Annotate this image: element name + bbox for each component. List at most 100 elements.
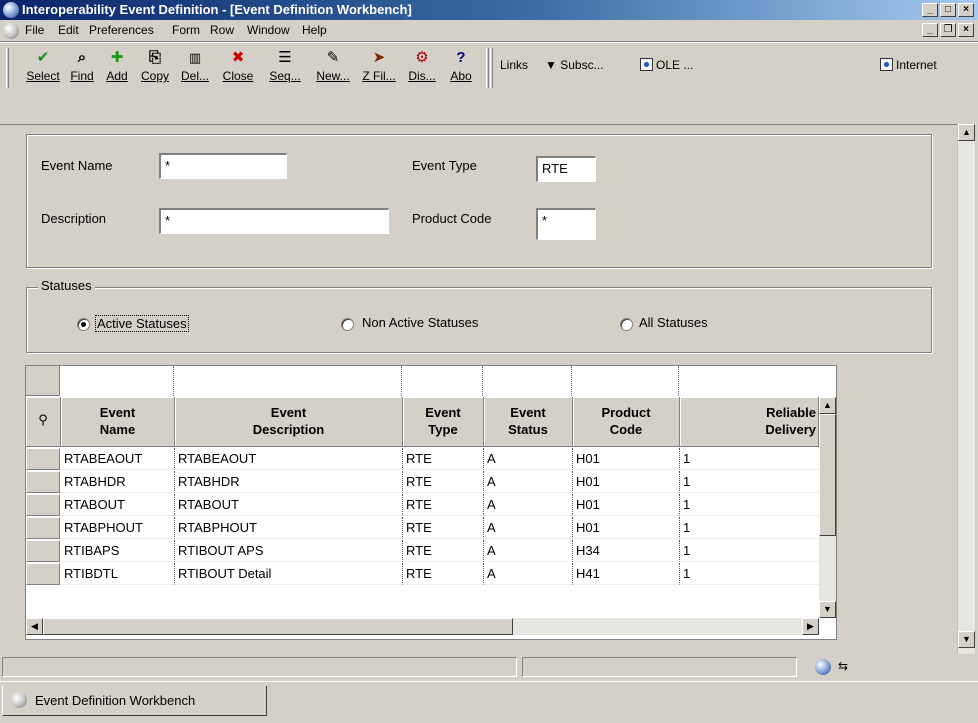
cell-event-name[interactable]: RTIBDTL [61, 563, 175, 585]
cell-product-code[interactable]: H41 [573, 563, 680, 585]
qbe-reliable-delivery[interactable] [680, 366, 836, 396]
column-find-icon[interactable]: ⚲ [26, 397, 61, 447]
cell-event-type[interactable]: RTE [403, 448, 484, 470]
grid-scroll-down-icon[interactable]: ▼ [819, 601, 836, 618]
qbe-event-status[interactable] [484, 366, 572, 396]
cell-product-code[interactable]: H01 [573, 517, 680, 539]
internet-button[interactable]: Internet [880, 58, 937, 72]
cell-event-description[interactable]: RTIBOUT Detail [175, 563, 403, 585]
grid-scroll-left-icon[interactable]: ◀ [26, 618, 43, 635]
grid-hscroll-thumb[interactable] [43, 618, 513, 635]
child-restore-button[interactable]: ❐ [940, 23, 956, 37]
cell-reliable-delivery[interactable]: 1 [680, 540, 819, 562]
cell-reliable-delivery[interactable]: 1 [680, 494, 819, 516]
non-active-statuses-radio[interactable] [341, 318, 354, 331]
links-button[interactable]: Links [500, 58, 528, 72]
ole-button[interactable]: OLE ... [640, 58, 693, 72]
cell-event-name[interactable]: RTABHDR [61, 471, 175, 493]
toolbar-grip-2[interactable] [486, 48, 489, 88]
zfile-button[interactable]: ➤ Z Fil... [358, 48, 400, 88]
grid-scroll-up-icon[interactable]: ▲ [819, 397, 836, 414]
cell-event-name[interactable]: RTABPHOUT [61, 517, 175, 539]
menu-file[interactable]: File [25, 23, 44, 37]
grid-scroll-thumb[interactable] [819, 414, 836, 536]
cell-event-status[interactable]: A [484, 517, 573, 539]
minimize-button[interactable]: _ [922, 3, 938, 17]
toolbar-grip-3[interactable] [490, 48, 493, 88]
new-button[interactable]: ✎ New... [310, 48, 356, 88]
menu-edit[interactable]: Edit [58, 23, 79, 37]
col-header-event-type[interactable]: Event Type [403, 397, 484, 447]
cell-event-name[interactable]: RTIBAPS [61, 540, 175, 562]
row-selector[interactable] [26, 448, 60, 470]
active-statuses-radio[interactable] [77, 318, 90, 331]
all-statuses-label[interactable]: All Statuses [639, 315, 708, 330]
cell-event-description[interactable]: RTIBOUT APS [175, 540, 403, 562]
row-selector[interactable] [26, 563, 60, 585]
cell-event-type[interactable]: RTE [403, 494, 484, 516]
form-vertical-scrollbar[interactable]: ▲ ▼ [957, 124, 975, 654]
child-close-button[interactable]: × [958, 23, 974, 37]
event-type-field[interactable]: RTE [536, 156, 596, 182]
cell-event-status[interactable]: A [484, 540, 573, 562]
copy-button[interactable]: ⎘ Copy [136, 48, 174, 88]
cell-event-type[interactable]: RTE [403, 563, 484, 585]
cell-reliable-delivery[interactable]: 1 [680, 517, 819, 539]
qbe-event-type[interactable] [403, 366, 483, 396]
cell-event-description[interactable]: RTABPHOUT [175, 517, 403, 539]
cell-event-status[interactable]: A [484, 471, 573, 493]
grid-horizontal-scrollbar[interactable]: ◀ ▶ [26, 618, 819, 635]
child-minimize-button[interactable]: _ [922, 23, 938, 37]
select-button[interactable]: ✔ Select [22, 48, 64, 88]
col-header-reliable-delivery[interactable]: Reliable Delivery [680, 397, 819, 447]
cell-reliable-delivery[interactable]: 1 [680, 471, 819, 493]
cell-event-name[interactable]: RTABOUT [61, 494, 175, 516]
cell-event-type[interactable]: RTE [403, 540, 484, 562]
col-header-event-description[interactable]: Event Description [175, 397, 403, 447]
event-grid[interactable]: ⚲ Event Name Event Description Event Type E… [25, 365, 837, 640]
menu-preferences[interactable]: Preferences [89, 23, 154, 37]
row-selector[interactable] [26, 494, 60, 516]
app-globe-icon[interactable] [3, 2, 19, 18]
cell-reliable-delivery[interactable]: 1 [680, 563, 819, 585]
cell-event-type[interactable]: RTE [403, 471, 484, 493]
menu-help[interactable]: Help [302, 23, 327, 37]
row-selector[interactable] [26, 471, 60, 493]
menu-window[interactable]: Window [247, 23, 290, 37]
cell-event-name[interactable]: RTABEAOUT [61, 448, 175, 470]
add-button[interactable]: ✚ Add [101, 48, 133, 88]
toolbar-grip[interactable] [6, 48, 9, 88]
cell-event-description[interactable]: RTABEAOUT [175, 448, 403, 470]
tab-event-definition-workbench[interactable]: Event Definition Workbench [2, 686, 267, 716]
active-statuses-label[interactable]: Active Statuses [95, 315, 189, 332]
subsc-button[interactable]: ▼ Subsc... [545, 58, 604, 72]
cell-product-code[interactable]: H01 [573, 494, 680, 516]
qbe-event-name[interactable] [61, 366, 174, 396]
about-button[interactable]: ? Abo [444, 48, 478, 88]
cell-event-status[interactable]: A [484, 494, 573, 516]
qbe-event-description[interactable] [175, 366, 402, 396]
row-selector[interactable] [26, 540, 60, 562]
qbe-product-code[interactable] [573, 366, 679, 396]
event-name-field[interactable]: * [159, 153, 287, 179]
find-button[interactable]: ⌕ Find [65, 48, 99, 88]
menu-form[interactable]: Form [172, 23, 200, 37]
form-scroll-down-icon[interactable]: ▼ [958, 631, 975, 648]
col-header-event-status[interactable]: Event Status [484, 397, 573, 447]
close-button[interactable]: ✖ Close [216, 48, 260, 88]
all-statuses-radio[interactable] [620, 318, 633, 331]
cell-product-code[interactable]: H01 [573, 471, 680, 493]
row-selector[interactable] [26, 517, 60, 539]
cell-event-type[interactable]: RTE [403, 517, 484, 539]
cell-reliable-delivery[interactable]: 1 [680, 448, 819, 470]
col-header-product-code[interactable]: Product Code [573, 397, 680, 447]
window-close-button[interactable]: × [958, 3, 974, 17]
document-icon[interactable] [3, 23, 19, 39]
cell-event-description[interactable]: RTABOUT [175, 494, 403, 516]
cell-event-status[interactable]: A [484, 448, 573, 470]
sequence-button[interactable]: ☰ Seq... [262, 48, 308, 88]
grid-vertical-scrollbar[interactable]: ▲ ▼ [819, 397, 836, 618]
grid-scroll-right-icon[interactable]: ▶ [802, 618, 819, 635]
description-field[interactable]: * [159, 208, 389, 234]
col-header-event-name[interactable]: Event Name [61, 397, 175, 447]
